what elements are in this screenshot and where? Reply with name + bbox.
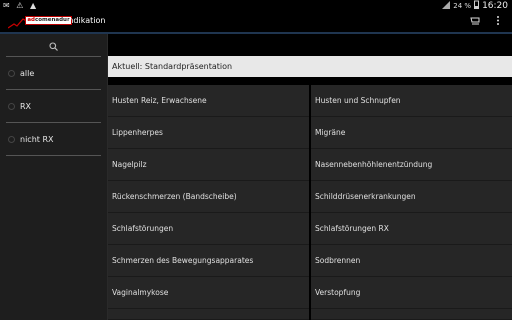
filter-nicht-rx[interactable]: nicht RX: [6, 123, 101, 156]
radio-icon[interactable]: [8, 103, 15, 110]
status-bar: ✉ ⚠ ▲ 24 % 16:20: [0, 0, 512, 12]
battery-icon: [474, 0, 480, 11]
grid-cell[interactable]: Nasennebenhöhlenentzündung: [311, 149, 512, 181]
radio-icon[interactable]: [8, 136, 15, 143]
search-button[interactable]: [6, 34, 101, 57]
grid-cell[interactable]: Schmerzen des Bewegungsapparates: [108, 245, 309, 277]
grid-cell[interactable]: Lippenherpes: [108, 117, 309, 149]
grid-cell[interactable]: Nagelpilz: [108, 149, 309, 181]
signal-icon: [442, 0, 451, 11]
grid-cell[interactable]: Migräne: [311, 117, 512, 149]
action-bar: adcomenadur Indikation: [0, 12, 512, 34]
current-selection: Aktuell: Standardpräsentation: [108, 56, 512, 77]
grid-cell[interactable]: Vaginalmykose: [108, 277, 309, 309]
search-icon: [49, 36, 58, 55]
grid-cell[interactable]: Verstopfung: [311, 277, 512, 309]
grid-cell[interactable]: Rückenschmerzen (Bandscheibe): [108, 181, 309, 213]
radio-icon[interactable]: [8, 70, 15, 77]
app-logo: adcomenadur: [8, 15, 72, 29]
grid-cell[interactable]: [311, 309, 512, 320]
grid-cell[interactable]: Sodbrennen: [311, 245, 512, 277]
filter-rx[interactable]: RX: [6, 90, 101, 123]
sidebar: alle RX nicht RX: [0, 34, 108, 320]
grid-cell[interactable]: Husten Reiz, Erwachsene: [108, 85, 309, 117]
filter-alle[interactable]: alle: [6, 57, 101, 90]
page-title: Indikation: [66, 16, 106, 25]
grid-cell[interactable]: [108, 309, 309, 320]
battery-percent: 24 %: [453, 1, 472, 10]
grid-cell[interactable]: Schlafstörungen: [108, 213, 309, 245]
grid-cell[interactable]: Husten und Schnupfen: [311, 85, 512, 117]
clock: 16:20: [482, 0, 508, 11]
grid-cell[interactable]: Schlafstörungen RX: [311, 213, 512, 245]
notification-icons: ✉ ⚠ ▲: [3, 1, 39, 10]
grid-cell[interactable]: Schilddrüsenerkrankungen: [311, 181, 512, 213]
overflow-menu-icon[interactable]: [496, 15, 500, 29]
main-content: Aktuell: Standardpräsentation Husten Rei…: [108, 34, 512, 320]
cart-icon[interactable]: [470, 16, 480, 29]
